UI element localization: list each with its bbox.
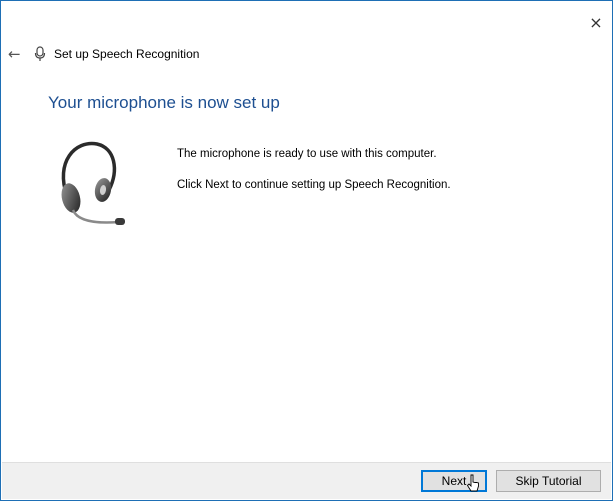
close-icon[interactable]: × [588, 15, 604, 31]
page-heading: Your microphone is now set up [48, 93, 280, 112]
status-message: The microphone is ready to use with this… [177, 148, 437, 160]
instruction-message: Click Next to continue setting up Speech… [177, 179, 451, 191]
headset-icon [61, 141, 125, 225]
skip-tutorial-button[interactable]: Skip Tutorial [496, 470, 601, 492]
window-title: Set up Speech Recognition [54, 47, 200, 61]
mouse-pointer-icon [466, 474, 479, 492]
footer-bar: Next Skip Tutorial [2, 462, 611, 499]
microphone-icon [34, 46, 46, 61]
back-arrow-icon[interactable]: ← [8, 46, 24, 62]
speech-setup-window: × ← Set up Speech Recognition Your micro… [0, 0, 613, 501]
